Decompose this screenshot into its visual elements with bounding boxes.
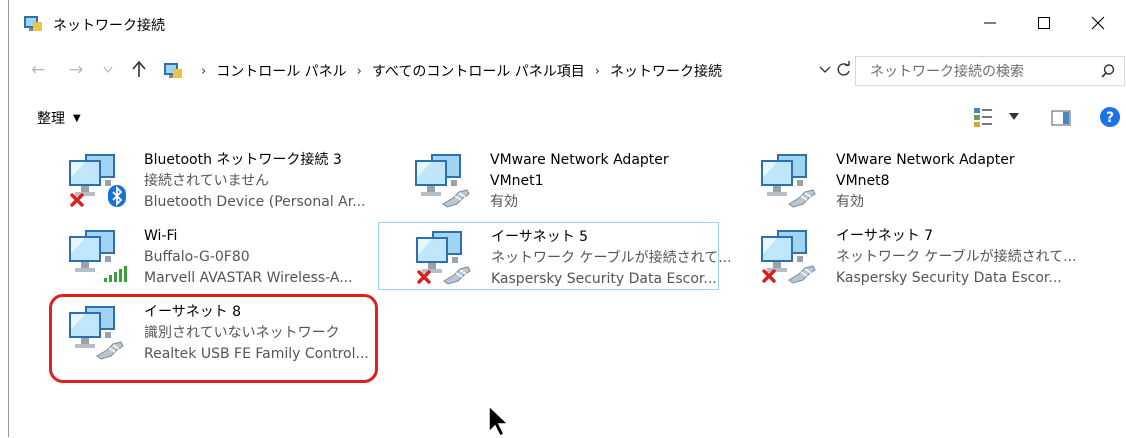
network-adapter-icon	[412, 227, 471, 285]
mouse-cursor-icon	[488, 404, 510, 438]
connection-name: イーサネット 7	[836, 228, 934, 244]
connection-name: イーサネット 5	[491, 229, 589, 245]
recent-locations-chevron-icon[interactable]	[103, 66, 113, 74]
maximize-button[interactable]	[1021, 8, 1067, 38]
caret-down-icon: ▼	[73, 112, 81, 124]
connection-wifi[interactable]: Wi-Fi Buffalo-G-0F80 Marvell AVASTAR Wir…	[57, 222, 389, 290]
search-icon[interactable]	[1100, 63, 1116, 79]
search-input[interactable]	[868, 63, 1092, 81]
breadcrumb-separator-icon[interactable]: ›	[595, 64, 600, 79]
forward-button[interactable]: →	[69, 60, 83, 80]
connection-ethernet-7[interactable]: イーサネット 7 ネットワーク ケーブルが接続されて... Kaspersky …	[749, 222, 1081, 290]
red-highlight-annotation	[49, 294, 378, 383]
minimize-icon	[984, 22, 996, 24]
network-connections-window: ネットワーク接続 ← → › コントロール パネル › すべてのコントロール パ…	[8, 0, 1126, 438]
network-folder-icon	[24, 16, 42, 31]
minimize-button[interactable]	[967, 8, 1013, 38]
close-icon	[1091, 16, 1105, 30]
address-row: ← → › コントロール パネル › すべてのコントロール パネル項目 › ネッ…	[9, 52, 1126, 88]
close-button[interactable]	[1075, 8, 1121, 38]
organize-button[interactable]: 整理 ▼	[37, 108, 81, 128]
network-adapter-icon	[411, 150, 470, 208]
connection-name: Wi-Fi	[144, 228, 178, 244]
search-box[interactable]	[855, 56, 1125, 86]
connection-status: ネットワーク ケーブルが接続されて...	[491, 250, 732, 266]
network-folder-icon	[164, 63, 182, 78]
breadcrumb-separator-icon[interactable]: ›	[201, 64, 206, 79]
maximize-icon	[1038, 17, 1050, 29]
help-icon[interactable]: ?	[1099, 106, 1121, 128]
back-button[interactable]: ←	[31, 60, 45, 80]
view-dropdown-caret-icon[interactable]	[1009, 113, 1019, 121]
breadcrumb-control-panel[interactable]: コントロール パネル	[216, 61, 346, 81]
connection-name: VMware Network Adapter	[490, 152, 669, 168]
refresh-icon[interactable]	[835, 60, 853, 78]
connection-vmware-vmnet8[interactable]: VMware Network Adapter VMnet8 有効	[749, 146, 1081, 214]
connection-name: VMware Network Adapter	[836, 152, 1015, 168]
preview-pane-icon[interactable]	[1051, 110, 1071, 126]
connection-name-line2: VMnet8	[836, 173, 890, 189]
connection-name-line2: VMnet1	[490, 173, 544, 189]
command-bar: 整理 ▼ ?	[9, 100, 1126, 134]
network-adapter-icon	[65, 150, 127, 208]
title-bar[interactable]: ネットワーク接続	[9, 0, 1126, 46]
network-adapter-icon	[65, 226, 127, 282]
connection-status: 有効	[490, 194, 518, 210]
connection-device: Marvell AVASTAR Wireless-A...	[144, 270, 353, 286]
connection-status: 接続されていません	[144, 173, 270, 189]
network-adapter-icon	[757, 226, 816, 284]
connection-device: Kaspersky Security Data Escor...	[491, 271, 717, 287]
connection-status: Buffalo-G-0F80	[144, 249, 250, 265]
connection-status: 有効	[836, 194, 864, 210]
organize-label: 整理	[37, 111, 65, 127]
connection-device: Bluetooth Device (Personal Ar...	[144, 194, 366, 210]
network-adapter-icon	[757, 150, 816, 208]
connection-status: ネットワーク ケーブルが接続されて...	[836, 249, 1077, 265]
address-bar[interactable]: › コントロール パネル › すべてのコントロール パネル項目 › ネットワーク…	[157, 56, 815, 86]
connection-device: Kaspersky Security Data Escor...	[836, 270, 1062, 286]
address-dropdown-chevron-icon[interactable]	[817, 62, 833, 78]
breadcrumb-all-items[interactable]: すべてのコントロール パネル項目	[372, 61, 585, 81]
svg-text:?: ?	[1106, 110, 1114, 126]
change-view-icon[interactable]	[973, 106, 993, 128]
connection-name: Bluetooth ネットワーク接続 3	[144, 152, 342, 168]
breadcrumb-separator-icon[interactable]: ›	[357, 64, 362, 79]
connection-bluetooth-3[interactable]: Bluetooth ネットワーク接続 3 接続されていません Bluetooth…	[57, 146, 389, 214]
connection-ethernet-5[interactable]: イーサネット 5 ネットワーク ケーブルが接続されて... Kaspersky …	[378, 222, 732, 290]
up-arrow-icon[interactable]	[131, 60, 147, 78]
breadcrumb-network-connections[interactable]: ネットワーク接続	[610, 61, 722, 81]
window-title: ネットワーク接続	[53, 18, 165, 34]
connection-vmware-vmnet1[interactable]: VMware Network Adapter VMnet1 有効	[403, 146, 735, 214]
